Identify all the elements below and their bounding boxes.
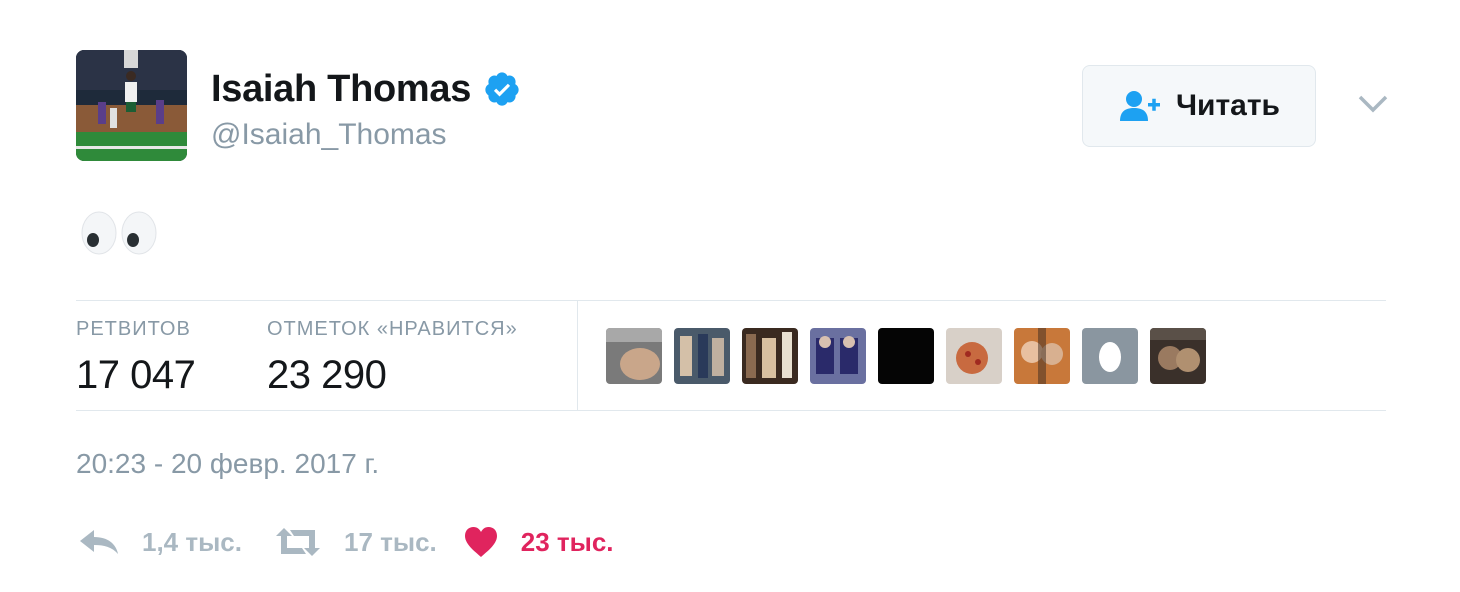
likes-label: ОТМЕТОК «НРАВИТСЯ» — [267, 318, 518, 340]
liker-avatar[interactable] — [878, 328, 934, 384]
follow-button[interactable]: Читать — [1082, 65, 1316, 147]
liker-avatar[interactable] — [1014, 328, 1070, 384]
stats-top-divider — [76, 300, 1386, 301]
heart-icon — [464, 527, 497, 557]
stats-bottom-divider — [76, 410, 1386, 411]
liker-avatar[interactable] — [1082, 328, 1138, 384]
retweet-icon — [276, 528, 320, 556]
avatar[interactable] — [76, 50, 187, 161]
tweet-text — [80, 210, 160, 256]
user-fullname[interactable]: Isaiah Thomas — [211, 68, 471, 111]
liker-avatar[interactable] — [810, 328, 866, 384]
tweet-actions: 1,4 тыс. 17 тыс. 23 тыс. — [78, 522, 614, 562]
retweet-count: 17 тыс. — [344, 526, 437, 557]
stats-vertical-divider — [577, 300, 578, 411]
likes-stat[interactable]: ОТМЕТОК «НРАВИТСЯ» 23 290 — [267, 318, 518, 398]
follow-user-icon — [1119, 91, 1160, 121]
verified-badge-icon — [485, 72, 519, 106]
retweet-button[interactable]: 17 тыс. — [274, 526, 437, 558]
user-name-row: Isaiah Thomas — [211, 66, 521, 112]
chevron-down-icon[interactable] — [1356, 92, 1390, 116]
user-handle[interactable]: @Isaiah_Thomas — [211, 118, 447, 152]
follow-button-label: Читать — [1175, 89, 1281, 122]
liker-avatar[interactable] — [742, 328, 798, 384]
retweets-value: 17 047 — [76, 353, 196, 397]
liker-avatar[interactable] — [674, 328, 730, 384]
reply-count: 1,4 тыс. — [142, 526, 242, 557]
like-button[interactable]: 23 тыс. — [463, 525, 614, 559]
reply-button[interactable]: 1,4 тыс. — [78, 526, 242, 558]
liker-avatar[interactable] — [1150, 328, 1206, 384]
tweet-timestamp[interactable]: 20:23 - 20 февр. 2017 г. — [76, 448, 379, 480]
eyes-emoji-left — [81, 211, 117, 255]
likes-value: 23 290 — [267, 353, 387, 397]
liker-avatar[interactable] — [946, 328, 1002, 384]
tweet-card: Isaiah Thomas @Isaiah_Thomas Читать РЕТВ… — [0, 0, 1460, 592]
retweets-label: РЕТВИТОВ — [76, 318, 191, 340]
liker-avatar[interactable] — [606, 328, 662, 384]
reply-icon — [80, 530, 118, 554]
retweets-stat[interactable]: РЕТВИТОВ 17 047 — [76, 318, 196, 398]
like-count: 23 тыс. — [520, 526, 614, 557]
eyes-emoji-right — [121, 211, 157, 255]
likers-list — [606, 328, 1218, 384]
